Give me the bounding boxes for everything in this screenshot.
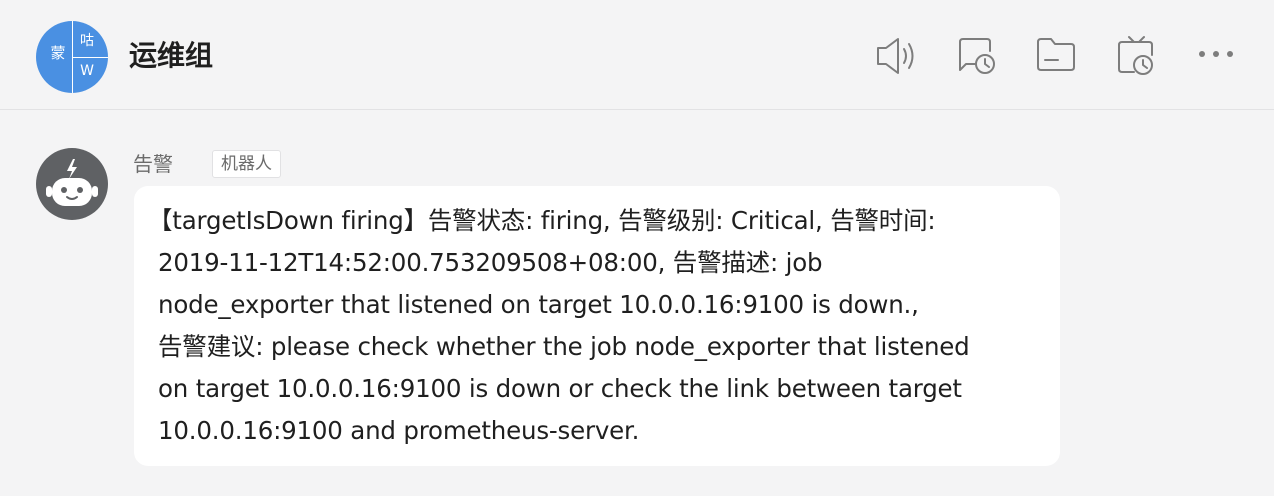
chat-header: 蒙 咕 W 运维组 (0, 0, 1274, 110)
group-avatar[interactable]: 蒙 咕 W (36, 21, 108, 93)
message-line: 【targetIsDown firing】告警状态: firing, 告警级别:… (148, 206, 936, 235)
message-line: node_exporter that listened on target 10… (158, 290, 919, 319)
message-line: on target 10.0.0.16:9100 is down or chec… (158, 374, 962, 403)
avatar-char: 咕 (80, 33, 94, 49)
robot-icon (46, 159, 98, 206)
more-icon[interactable] (1194, 34, 1238, 78)
chat-history-icon[interactable] (954, 34, 998, 78)
robot-avatar[interactable] (36, 148, 108, 220)
speaker-icon[interactable] (874, 34, 918, 78)
bot-tag: 机器人 (212, 150, 281, 178)
message-line: 10.0.0.16:9100 and prometheus-server. (158, 416, 640, 445)
group-title: 运维组 (129, 39, 214, 72)
avatar-char: W (80, 63, 94, 79)
live-schedule-icon[interactable] (1114, 34, 1158, 78)
message-line: 2019-11-12T14:52:00.753209508+08:00, 告警描… (158, 248, 823, 277)
avatar-divider (72, 57, 108, 58)
message-line: 告警建议: please check whether the job node_… (158, 332, 970, 361)
sender-name[interactable]: 告警 (133, 150, 173, 178)
message-bubble[interactable]: 【targetIsDown firing】告警状态: firing, 告警级别:… (134, 186, 1060, 466)
folder-icon[interactable] (1034, 34, 1078, 78)
avatar-char: 蒙 (50, 44, 66, 62)
